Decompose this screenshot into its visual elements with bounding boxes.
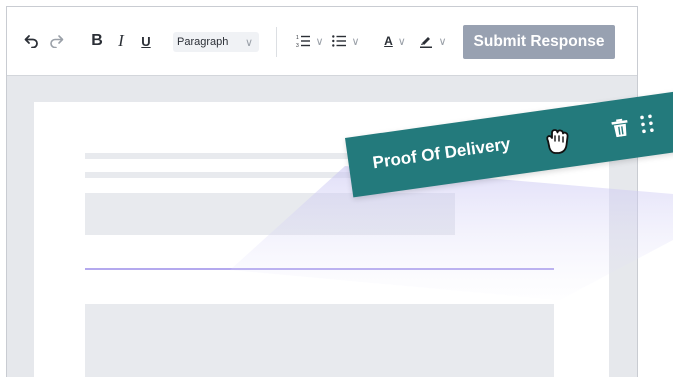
placeholder-block (85, 304, 554, 377)
highlight-pen-icon (420, 37, 433, 48)
card-title: Proof Of Delivery (371, 134, 512, 173)
text-color-label: A (384, 34, 393, 48)
text-color-button[interactable]: A ∨ (380, 29, 410, 53)
underline-button[interactable]: U (139, 29, 153, 53)
chevron-down-icon: ∨ (438, 35, 447, 48)
paragraph-select[interactable]: Paragraph ∨ (173, 32, 259, 52)
bullet-list-button[interactable]: ∨ (331, 29, 361, 53)
toolbar-divider (276, 27, 277, 57)
chevron-down-icon: ∨ (351, 35, 360, 48)
undo-icon[interactable] (23, 29, 41, 53)
placeholder-text-line (85, 153, 390, 159)
trash-icon[interactable] (611, 118, 629, 138)
redo-icon[interactable] (47, 29, 65, 53)
bold-button[interactable]: B (89, 29, 105, 53)
chevron-down-icon: ∨ (244, 36, 253, 49)
italic-button[interactable]: I (114, 29, 128, 53)
svg-text:3: 3 (296, 43, 299, 48)
editor-toolbar: B I U Paragraph ∨ 13 ∨ ∨ A ∨ ∨ Submit Re… (7, 7, 637, 76)
svg-text:1: 1 (296, 35, 299, 41)
submit-response-button[interactable]: Submit Response (463, 25, 615, 59)
chevron-down-icon: ∨ (315, 35, 324, 48)
bullet-list-icon (332, 35, 347, 47)
drag-grip-icon[interactable] (640, 114, 654, 134)
highlight-button[interactable]: ∨ (417, 29, 449, 53)
drop-indicator-line (85, 268, 554, 270)
ordered-list-icon: 13 (296, 35, 311, 48)
editor-frame: B I U Paragraph ∨ 13 ∨ ∨ A ∨ ∨ Submit Re… (6, 6, 638, 377)
placeholder-block (85, 193, 455, 235)
chevron-down-icon: ∨ (397, 35, 406, 48)
ordered-list-button[interactable]: 13 ∨ (295, 29, 325, 53)
grab-hand-cursor-icon (546, 129, 569, 154)
paragraph-select-value: Paragraph (177, 36, 229, 48)
